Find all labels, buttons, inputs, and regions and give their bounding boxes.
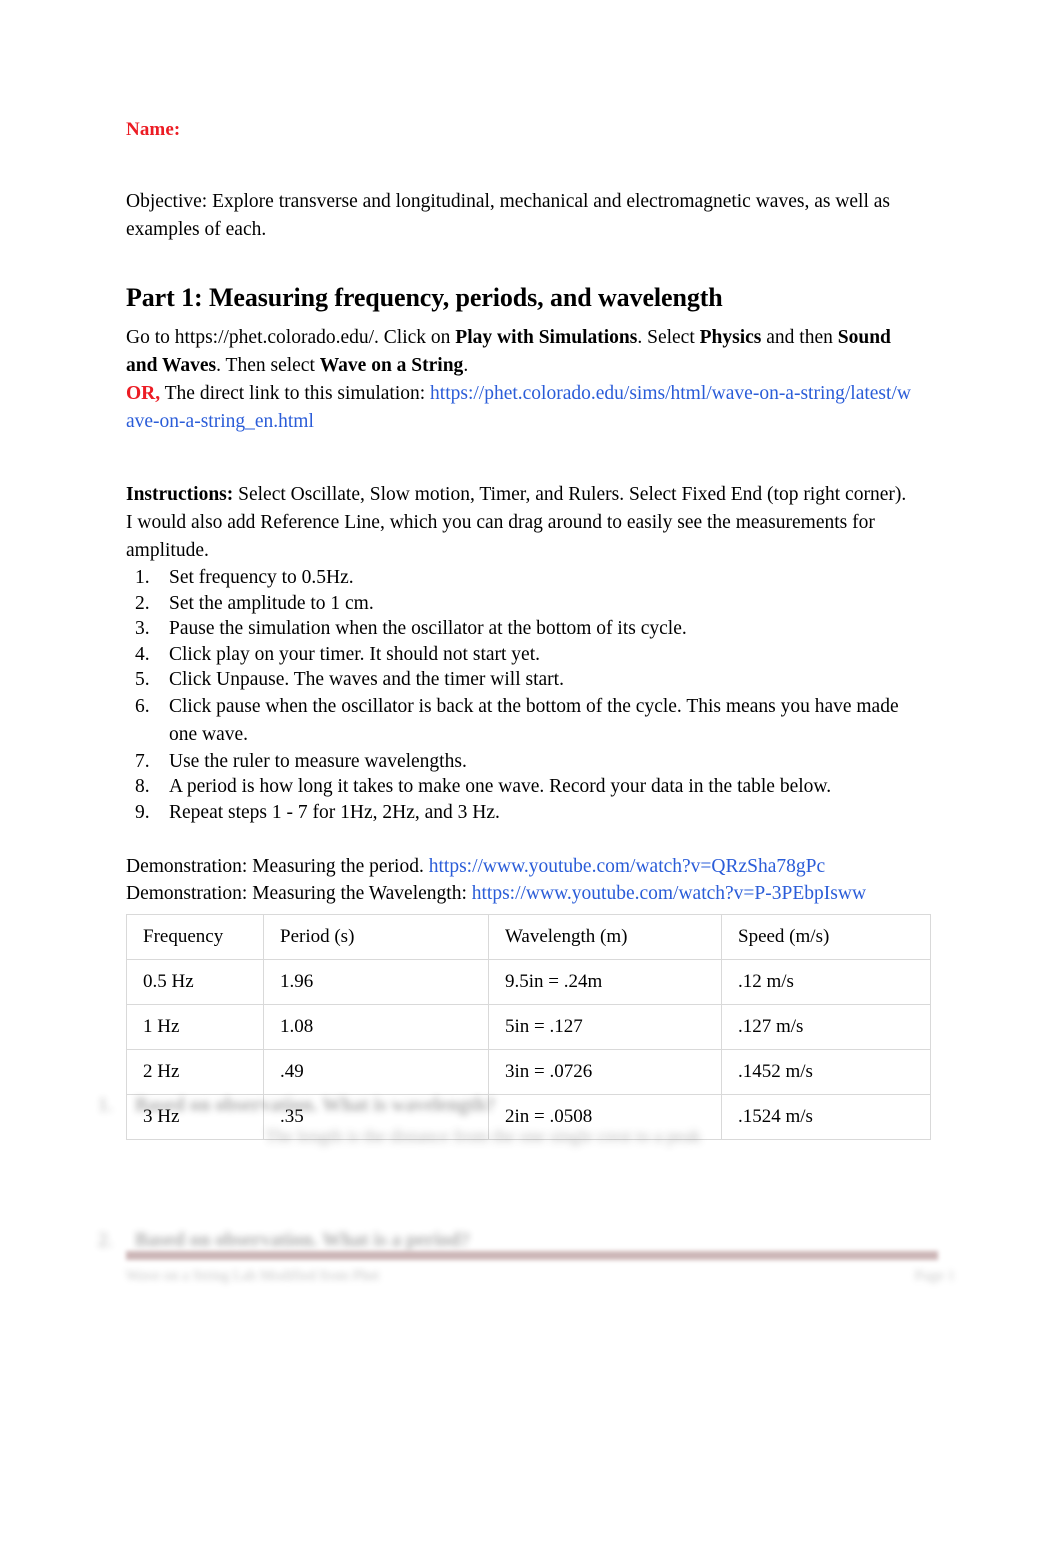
intro-text-1: Go to https://phet.colorado.edu/. Click …: [126, 327, 456, 348]
footer-text: Wave on a String Lab Modified from Phet: [126, 1268, 380, 1284]
blurred-question-2: 2. Based on observation. What is a period…: [90, 1227, 970, 1254]
question-number: 1.: [98, 1095, 113, 1116]
part-1-heading: Part 1: Measuring frequency, periods, an…: [126, 283, 723, 312]
list-item: Set the amplitude to 1 cm.: [126, 591, 926, 617]
footer-page-number: Page 1: [914, 1268, 955, 1284]
or-label: OR,: [126, 383, 161, 404]
steps-list: Set frequency to 0.5Hz. Set the amplitud…: [126, 565, 926, 825]
cell-period: 1.96: [263, 959, 489, 1005]
demo-period-link[interactable]: https://www.youtube.com/watch?v=QRzSha78…: [429, 856, 825, 877]
question-number: 2.: [98, 1230, 113, 1251]
cell-frequency: 1 Hz: [126, 1004, 264, 1050]
table-row: 2 Hz .49 3in = .0726 .1452 m/s: [126, 1049, 931, 1095]
step-text: Click play on your timer. It should not …: [169, 643, 540, 665]
column-header-wavelength: Wavelength (m): [488, 914, 722, 960]
cell-period: .49: [263, 1049, 489, 1095]
list-item: Use the ruler to measure wavelengths.: [126, 749, 926, 775]
step-text: Use the ruler to measure wavelengths.: [169, 750, 467, 772]
question-text: Based on observation. What is a period?: [135, 1230, 470, 1251]
demonstration-links: Demonstration: Measuring the period. htt…: [126, 853, 936, 907]
cell-wavelength: 3in = .0726: [488, 1049, 722, 1095]
step-text: Pause the simulation when the oscillator…: [169, 618, 687, 639]
step-text: Click Unpause. The waves and the timer w…: [169, 669, 564, 690]
question-text: Based on observation. What is wavelength…: [135, 1095, 496, 1116]
list-item: Click Unpause. The waves and the timer w…: [126, 667, 926, 693]
demo-wavelength-link[interactable]: https://www.youtube.com/watch?v=P-3PEbpI…: [472, 883, 866, 904]
intro-text-4: . Then select: [216, 355, 320, 376]
intro-bold-play-with-simulations: Play with Simulations: [455, 327, 638, 348]
objective-paragraph: Objective: Explore transverse and longit…: [126, 191, 891, 240]
cell-speed: .1452 m/s: [721, 1049, 931, 1095]
intro-text-2: . Select: [637, 327, 700, 348]
column-header-period: Period (s): [263, 914, 489, 960]
demo-period-label: Demonstration: Measuring the period.: [126, 856, 429, 877]
cell-frequency: 0.5 Hz: [126, 959, 264, 1005]
list-item: Pause the simulation when the oscillator…: [126, 616, 926, 642]
table-header-row: Frequency Period (s) Wavelength (m) Spee…: [126, 914, 931, 960]
instructions-paragraph: Instructions: Select Oscillate, Slow mot…: [126, 481, 916, 565]
cell-speed: .12 m/s: [721, 959, 931, 1005]
intro-text-3: and then: [761, 327, 838, 348]
document-page: Name: Objective: Explore transverse and …: [0, 0, 1062, 1556]
step-text: Set the amplitude to 1 cm.: [169, 592, 374, 614]
list-item: Set frequency to 0.5Hz.: [126, 565, 926, 591]
table-row: 0.5 Hz 1.96 9.5in = .24m .12 m/s: [126, 959, 931, 1005]
step-text: Repeat steps 1 - 7 for 1Hz, 2Hz, and 3 H…: [169, 801, 500, 823]
cell-wavelength: 9.5in = .24m: [488, 959, 722, 1005]
table-row: 1 Hz 1.08 5in = .127 .127 m/s: [126, 1004, 931, 1050]
step-text: A period is how long it takes to make on…: [169, 776, 832, 797]
intro-bold-wave-on-a-string: Wave on a String: [319, 355, 464, 376]
step-text: Click pause when the oscillator is back …: [169, 695, 899, 745]
document-body: Name: Objective: Explore transverse and …: [126, 118, 931, 1140]
footer-divider: [126, 1251, 938, 1260]
intro-paragraph: Go to https://phet.colorado.edu/. Click …: [126, 324, 916, 436]
list-item: Click pause when the oscillator is back …: [126, 693, 926, 749]
blurred-questions-section: 1. Based on observation. What is waveleng…: [90, 1092, 970, 1254]
intro-bold-physics: Physics: [699, 327, 762, 348]
column-header-frequency: Frequency: [126, 914, 264, 960]
blurred-question-1: 1. Based on observation. What is waveleng…: [90, 1092, 970, 1119]
intro-text-5: .: [463, 355, 469, 376]
instructions-text: Select Oscillate, Slow motion, Timer, an…: [126, 484, 907, 561]
list-item: Repeat steps 1 - 7 for 1Hz, 2Hz, and 3 H…: [126, 800, 926, 826]
list-item: A period is how long it takes to make on…: [126, 774, 926, 800]
direct-link-text: The direct link to this simulation:: [160, 383, 431, 404]
cell-speed: .127 m/s: [721, 1004, 931, 1050]
cell-wavelength: 5in = .127: [488, 1004, 722, 1050]
step-text: Set frequency to 0.5Hz.: [169, 567, 354, 588]
cell-period: 1.08: [263, 1004, 489, 1050]
list-item: Click play on your timer. It should not …: [126, 642, 926, 668]
name-field-label: Name:: [126, 119, 181, 140]
cell-frequency: 2 Hz: [126, 1049, 264, 1095]
column-header-speed: Speed (m/s): [721, 914, 931, 960]
blurred-answer-1: The length is the distance from the one …: [265, 1126, 701, 1146]
demo-wavelength-label: Demonstration: Measuring the Wavelength:: [126, 883, 472, 904]
instructions-label: Instructions:: [126, 484, 234, 505]
